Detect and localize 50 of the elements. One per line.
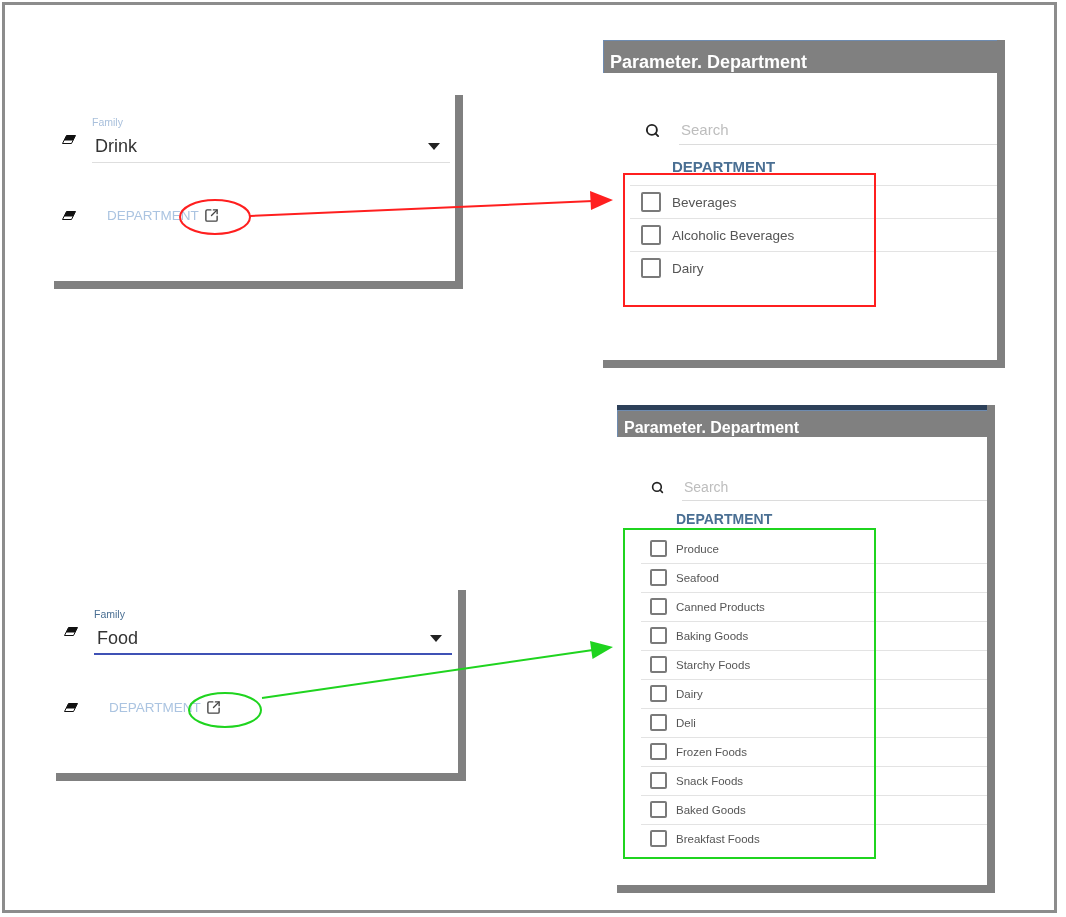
eraser-icon — [64, 627, 78, 636]
checkbox[interactable] — [650, 801, 667, 819]
checkbox[interactable] — [641, 258, 661, 278]
option-label: Dairy — [676, 687, 703, 700]
option-label: Canned Products — [676, 600, 765, 613]
checkbox[interactable] — [650, 714, 667, 732]
caret-down-icon — [428, 142, 440, 150]
field-label: Family — [94, 608, 125, 621]
option-label: Seafood — [676, 571, 719, 584]
search-icon — [645, 122, 660, 138]
search-icon — [651, 481, 664, 494]
option-label: Produce — [676, 542, 719, 555]
checkbox[interactable] — [650, 772, 667, 790]
eraser-icon — [62, 210, 76, 220]
option-label: Beverages — [672, 194, 737, 210]
checkbox[interactable] — [650, 656, 667, 674]
eraser-icon — [62, 135, 76, 144]
search-field[interactable]: Search — [679, 115, 997, 145]
checkbox[interactable] — [650, 743, 667, 761]
dropdown-field[interactable]: Family Drink — [92, 116, 450, 163]
checkbox[interactable] — [650, 685, 667, 703]
external-link-icon — [203, 207, 219, 223]
option-label: Snack Foods — [676, 774, 744, 787]
option-label: Starchy Foods — [676, 658, 751, 671]
option-label: Alcoholic Beverages — [672, 227, 795, 243]
checkbox[interactable] — [650, 598, 667, 616]
checkbox[interactable] — [641, 192, 661, 212]
column-header: DEPARTMENT — [676, 511, 773, 528]
external-link-icon — [205, 699, 221, 715]
caret-down-icon — [430, 634, 442, 642]
search-field[interactable]: Search — [682, 474, 987, 501]
dropdown-field[interactable]: Family Food — [94, 608, 452, 655]
option-label: Breakfast Foods — [676, 832, 760, 845]
column-header: DEPARTMENT — [672, 158, 776, 176]
selected-value: Food — [97, 627, 139, 650]
option-label: Dairy — [672, 260, 704, 276]
checkbox[interactable] — [650, 830, 667, 848]
selected-value: Drink — [95, 135, 137, 158]
option-label: Baked Goods — [676, 803, 746, 816]
option-label: Frozen Foods — [676, 745, 747, 758]
checkbox[interactable] — [650, 627, 667, 645]
checkbox[interactable] — [650, 540, 667, 558]
eraser-icon — [64, 702, 78, 712]
option-label: Baking Goods — [676, 629, 749, 642]
option-label: Deli — [676, 716, 696, 729]
checkbox[interactable] — [641, 225, 661, 245]
dialog-title: Parameter. Department — [603, 40, 997, 73]
dialog-title: Parameter. Department — [617, 410, 987, 437]
field-label: Family — [92, 116, 123, 129]
checkbox[interactable] — [650, 569, 667, 587]
